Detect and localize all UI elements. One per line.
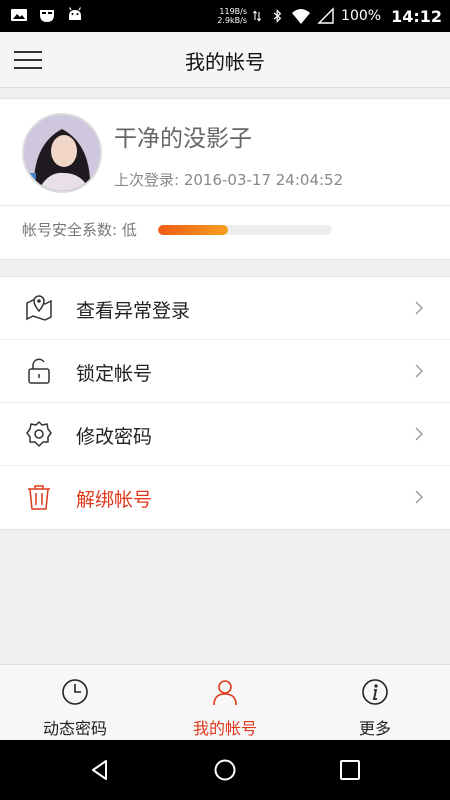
home-icon[interactable] [213,758,237,782]
trash-icon [28,485,50,510]
android-icon [68,7,82,20]
menu-item-label: 锁定帐号 [76,363,153,385]
menu-item-change-password[interactable]: 修改密码 [0,403,450,466]
tab-dynamic-password[interactable]: 动态密码 [0,665,150,740]
signal-icon [317,7,334,24]
menu-item-unbind-account[interactable]: 解绑帐号 [0,466,450,529]
lock-icon [28,358,50,384]
last-login-time: 上次登录: 2016-03-17 24:04:52 [114,171,344,189]
security-level-label: 帐号安全系数: 低 [22,221,137,239]
wifi-icon [292,9,311,24]
chevron-right-icon [415,301,423,315]
avatar[interactable] [22,113,102,193]
info-icon [362,679,388,705]
speed-down-text: 2.9kB/s [217,16,248,25]
app-header: 我的帐号 [0,32,450,88]
menu-item-label: 修改密码 [76,426,153,448]
system-nav-bar [0,740,450,800]
tab-label: 我的帐号 [192,719,257,738]
map-pin-icon [26,295,52,321]
divider [0,205,450,206]
speed-up-text: 119B/s [219,7,248,16]
user-icon [213,680,237,706]
chevron-right-icon [415,427,423,441]
menu-item-abnormal-login[interactable]: 查看异常登录 [0,277,450,340]
bottom-tab-bar: 动态密码 我的帐号 更多 [0,664,450,740]
status-left-icons [10,6,84,24]
clock-icon [62,679,88,705]
status-right-icons: 119B/s 2.9kB/s 100% 14:12 [217,0,442,32]
tab-my-account[interactable]: 我的帐号 [150,665,300,740]
menu-item-label: 查看异常登录 [76,300,191,322]
image-icon [11,9,27,21]
tab-more[interactable]: 更多 [300,665,450,740]
menu-item-lock-account[interactable]: 锁定帐号 [0,340,450,403]
tab-label: 动态密码 [42,719,107,738]
chevron-right-icon [415,490,423,504]
security-level-bar [158,225,332,235]
battery-percent: 100% [341,8,382,24]
recents-icon[interactable] [338,758,362,782]
profile-card: 干净的没影子 上次登录: 2016-03-17 24:04:52 帐号安全系数:… [0,98,450,260]
username: 干净的没影子 [114,126,252,152]
page-title: 我的帐号 [185,50,265,74]
transfer-icon [253,10,262,22]
status-bar: 119B/s 2.9kB/s 100% 14:12 [0,0,450,32]
settings-gear-icon [26,421,52,447]
tab-label: 更多 [358,719,391,738]
mask-icon [40,10,54,22]
back-icon[interactable] [88,758,112,782]
security-level-fill [158,225,228,235]
account-menu: 查看异常登录 锁定帐号 修改密码 解绑帐号 [0,276,450,530]
bluetooth-icon [273,9,282,23]
clock-text: 14:12 [391,6,442,26]
network-speed: 119B/s 2.9kB/s [217,7,247,25]
chevron-right-icon [415,364,423,378]
menu-item-label: 解绑帐号 [76,489,153,511]
avatar-photo [24,115,100,191]
